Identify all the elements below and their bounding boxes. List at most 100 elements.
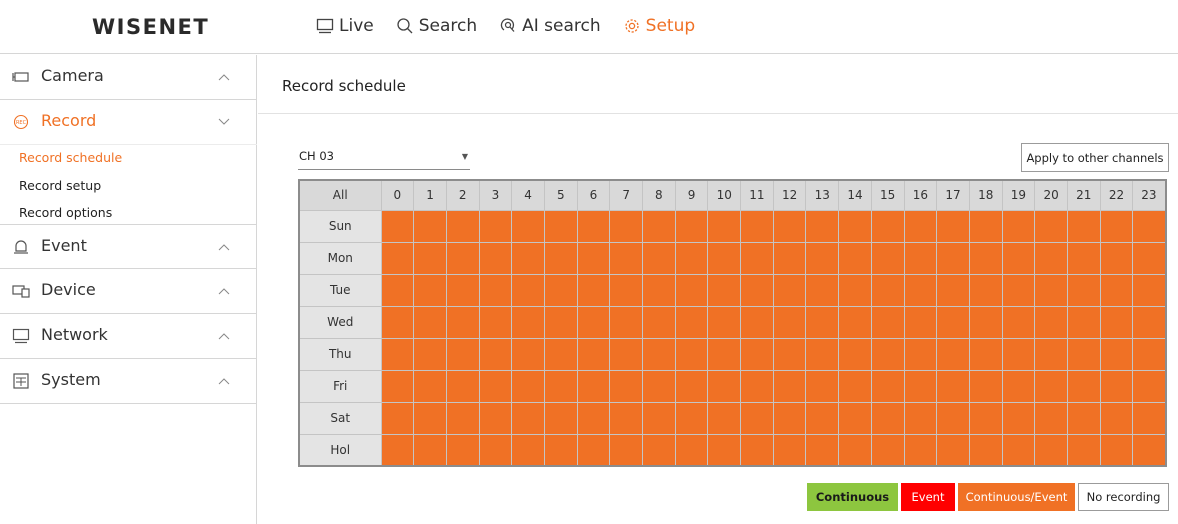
schedule-cell[interactable] bbox=[609, 241, 643, 275]
schedule-cell[interactable] bbox=[478, 273, 513, 307]
hour-header-5[interactable]: 5 bbox=[543, 179, 578, 211]
schedule-cell[interactable] bbox=[1034, 369, 1068, 403]
schedule-cell[interactable] bbox=[478, 401, 513, 435]
schedule-cell[interactable] bbox=[543, 241, 578, 275]
schedule-cell[interactable] bbox=[1132, 369, 1166, 403]
schedule-cell[interactable] bbox=[968, 305, 1003, 339]
hour-header-2[interactable]: 2 bbox=[445, 179, 480, 211]
schedule-cell[interactable] bbox=[740, 401, 774, 435]
schedule-cell[interactable] bbox=[968, 433, 1003, 467]
schedule-cell[interactable] bbox=[838, 305, 872, 339]
hour-header-16[interactable]: 16 bbox=[903, 179, 938, 211]
nav-ai-search[interactable]: AI search bbox=[499, 16, 601, 36]
schedule-cell[interactable] bbox=[936, 401, 970, 435]
schedule-cell[interactable] bbox=[805, 433, 840, 467]
schedule-cell[interactable] bbox=[674, 241, 709, 275]
schedule-cell[interactable] bbox=[772, 369, 807, 403]
schedule-cell[interactable] bbox=[511, 209, 545, 243]
schedule-cell[interactable] bbox=[674, 305, 709, 339]
schedule-cell[interactable] bbox=[576, 305, 611, 339]
schedule-cell[interactable] bbox=[1066, 241, 1101, 275]
schedule-cell[interactable] bbox=[478, 433, 513, 467]
wisenet-logo[interactable]: WISENET bbox=[92, 15, 209, 39]
day-header-sat[interactable]: Sat bbox=[298, 401, 382, 435]
schedule-cell[interactable] bbox=[838, 433, 872, 467]
sidebar-item-device[interactable]: Device bbox=[0, 269, 257, 314]
hour-header-14[interactable]: 14 bbox=[838, 179, 872, 211]
schedule-cell[interactable] bbox=[805, 273, 840, 307]
schedule-cell[interactable] bbox=[968, 241, 1003, 275]
schedule-cell[interactable] bbox=[1034, 337, 1068, 371]
schedule-cell[interactable] bbox=[870, 401, 905, 435]
schedule-cell[interactable] bbox=[380, 337, 415, 371]
schedule-cell[interactable] bbox=[772, 209, 807, 243]
schedule-cell[interactable] bbox=[870, 209, 905, 243]
schedule-cell[interactable] bbox=[413, 369, 447, 403]
apply-to-other-channels-button[interactable]: Apply to other channels bbox=[1021, 143, 1169, 172]
schedule-cell[interactable] bbox=[478, 369, 513, 403]
schedule-cell[interactable] bbox=[772, 273, 807, 307]
schedule-cell[interactable] bbox=[642, 209, 676, 243]
sidebar-item-record[interactable]: REC Record bbox=[0, 100, 257, 145]
schedule-cell[interactable] bbox=[1066, 305, 1101, 339]
schedule-cell[interactable] bbox=[870, 305, 905, 339]
schedule-cell[interactable] bbox=[478, 209, 513, 243]
schedule-cell[interactable] bbox=[1034, 401, 1068, 435]
schedule-cell[interactable] bbox=[1001, 337, 1036, 371]
schedule-cell[interactable] bbox=[1034, 305, 1068, 339]
schedule-cell[interactable] bbox=[609, 401, 643, 435]
schedule-cell[interactable] bbox=[543, 305, 578, 339]
schedule-cell[interactable] bbox=[740, 433, 774, 467]
schedule-cell[interactable] bbox=[380, 369, 415, 403]
schedule-cell[interactable] bbox=[740, 337, 774, 371]
sidebar-item-network[interactable]: Network bbox=[0, 314, 257, 359]
schedule-cell[interactable] bbox=[707, 273, 742, 307]
hour-header-10[interactable]: 10 bbox=[707, 179, 742, 211]
schedule-cell[interactable] bbox=[1034, 433, 1068, 467]
schedule-cell[interactable] bbox=[609, 209, 643, 243]
schedule-cell[interactable] bbox=[511, 273, 545, 307]
schedule-cell[interactable] bbox=[576, 401, 611, 435]
schedule-cell[interactable] bbox=[380, 273, 415, 307]
legend-continuous-event[interactable]: Continuous/Event bbox=[958, 483, 1075, 511]
schedule-cell[interactable] bbox=[511, 369, 545, 403]
schedule-cell[interactable] bbox=[642, 401, 676, 435]
schedule-cell[interactable] bbox=[1099, 209, 1134, 243]
sidebar-subitem-record-schedule[interactable]: Record schedule bbox=[19, 150, 122, 165]
schedule-cell[interactable] bbox=[870, 337, 905, 371]
schedule-cell[interactable] bbox=[772, 401, 807, 435]
schedule-cell[interactable] bbox=[1132, 273, 1166, 307]
legend-continuous[interactable]: Continuous bbox=[807, 483, 898, 511]
hour-header-17[interactable]: 17 bbox=[936, 179, 970, 211]
schedule-cell[interactable] bbox=[936, 433, 970, 467]
schedule-cell[interactable] bbox=[707, 209, 742, 243]
schedule-cell[interactable] bbox=[413, 209, 447, 243]
schedule-cell[interactable] bbox=[576, 369, 611, 403]
schedule-cell[interactable] bbox=[380, 305, 415, 339]
schedule-cell[interactable] bbox=[1066, 209, 1101, 243]
schedule-cell[interactable] bbox=[838, 241, 872, 275]
schedule-cell[interactable] bbox=[968, 209, 1003, 243]
schedule-cell[interactable] bbox=[1099, 241, 1134, 275]
schedule-cell[interactable] bbox=[511, 241, 545, 275]
schedule-cell[interactable] bbox=[609, 273, 643, 307]
schedule-cell[interactable] bbox=[1132, 433, 1166, 467]
schedule-cell[interactable] bbox=[1099, 433, 1134, 467]
schedule-cell[interactable] bbox=[740, 369, 774, 403]
hour-header-7[interactable]: 7 bbox=[609, 179, 643, 211]
schedule-cell[interactable] bbox=[380, 209, 415, 243]
hour-header-4[interactable]: 4 bbox=[511, 179, 545, 211]
schedule-cell[interactable] bbox=[576, 433, 611, 467]
schedule-cell[interactable] bbox=[936, 369, 970, 403]
sidebar-subitem-record-options[interactable]: Record options bbox=[19, 205, 112, 220]
day-header-fri[interactable]: Fri bbox=[298, 369, 382, 403]
schedule-cell[interactable] bbox=[772, 433, 807, 467]
schedule-cell[interactable] bbox=[576, 209, 611, 243]
schedule-cell[interactable] bbox=[740, 209, 774, 243]
schedule-cell[interactable] bbox=[936, 305, 970, 339]
schedule-cell[interactable] bbox=[707, 305, 742, 339]
schedule-cell[interactable] bbox=[707, 241, 742, 275]
schedule-cell[interactable] bbox=[805, 305, 840, 339]
hour-header-22[interactable]: 22 bbox=[1099, 179, 1134, 211]
schedule-cell[interactable] bbox=[838, 401, 872, 435]
